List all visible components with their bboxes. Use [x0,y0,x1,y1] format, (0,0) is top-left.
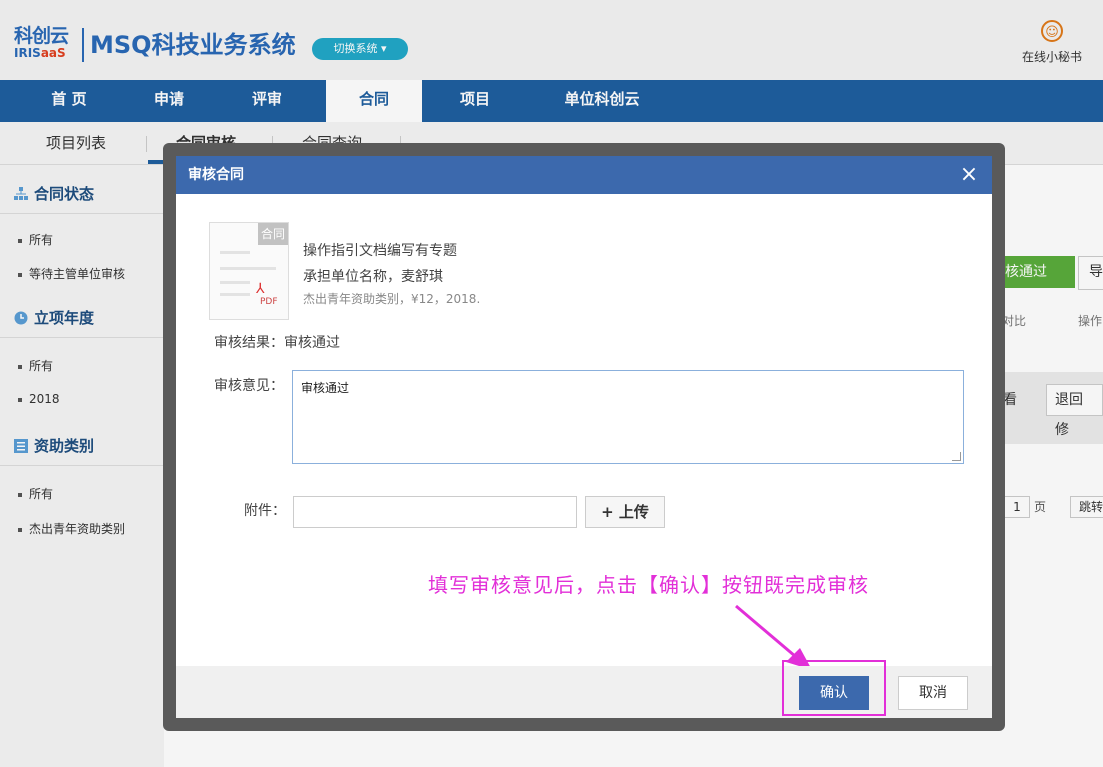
opinion-text: 审核通过 [301,381,350,395]
review-result-label: 审核结果： [214,335,284,351]
opinion-textarea[interactable]: 审核通过 [292,370,964,464]
dialog-title-bar: 审核合同 × [176,156,992,194]
attachment-label: 附件： [244,503,286,519]
document-tag: 合同 [258,223,288,245]
document-organization: 承担单位名称，麦舒琪 [303,269,443,285]
dialog-title: 审核合同 [188,167,244,183]
doc-line [220,267,276,270]
opinion-label: 审核意见： [214,378,284,394]
annotation-text: 填写审核意见后，点击【确认】按钮既完成审核 [428,573,869,597]
resize-handle[interactable] [952,452,961,461]
document-thumbnail[interactable]: 合同 ⅄ PDF [209,222,289,320]
pdf-badge: PDF [260,297,278,307]
review-result-value: 审核通过 [284,335,340,351]
cancel-button[interactable]: 取消 [898,676,968,710]
review-result: 审核结果：审核通过 [214,332,340,352]
confirm-button[interactable]: 确认 [799,676,869,710]
attachment-field[interactable] [293,496,577,528]
document-meta: 杰出青年资助类别，¥12，2018. [303,292,481,306]
upload-button[interactable]: + 上传 [585,496,665,528]
doc-line [220,281,250,284]
doc-line [220,251,250,254]
pdf-icon: ⅄ [256,281,265,297]
review-contract-dialog: 审核合同 × 合同 ⅄ PDF 操作指引文档编写有专题 承担单位名称，麦舒琪 杰… [176,156,992,718]
doc-line [220,293,250,296]
document-name: 操作指引文档编写有专题 [303,243,457,259]
close-icon[interactable]: × [956,162,982,188]
